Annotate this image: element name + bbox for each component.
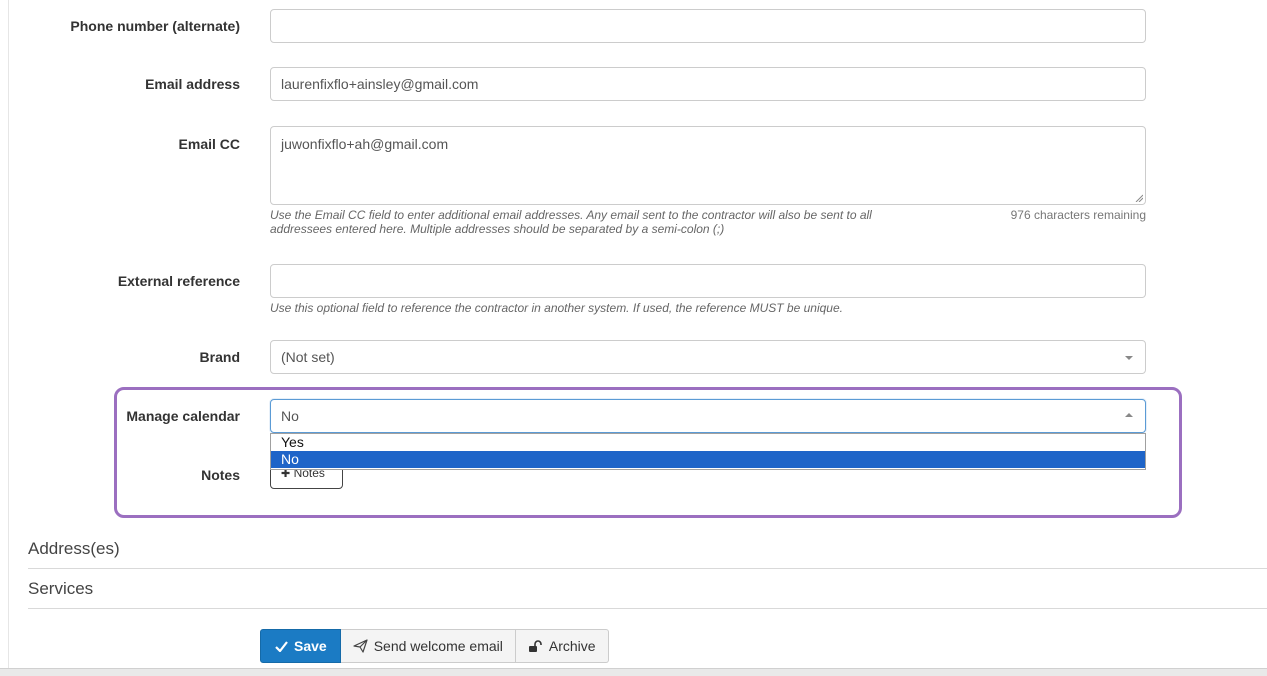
email-cc-help: Use the Email CC field to enter addition… — [270, 208, 872, 236]
check-icon — [275, 640, 288, 652]
brand-label: Brand — [199, 349, 240, 365]
manage-calendar-dropdown: Yes No — [270, 433, 1146, 470]
unlock-icon — [528, 639, 542, 652]
manage-calendar-row: Manage calendar No — [0, 399, 1267, 433]
save-button[interactable]: Save — [260, 629, 341, 663]
external-reference-label: External reference — [117, 273, 240, 289]
paper-plane-icon — [353, 639, 368, 653]
section-divider — [28, 608, 1267, 609]
email-cc-row: Email CC juwonfixflo+ah@gmail.com Use th… — [0, 126, 1267, 241]
email-cc-textarea[interactable]: juwonfixflo+ah@gmail.com — [270, 126, 1146, 205]
email-label: Email address — [145, 76, 240, 92]
brand-select[interactable]: (Not set) — [270, 340, 1146, 374]
send-welcome-email-button[interactable]: Send welcome email — [340, 629, 516, 663]
chevron-up-icon — [1125, 413, 1133, 417]
manage-calendar-selected-value: No — [281, 408, 299, 424]
section-divider — [28, 568, 1267, 569]
email-cc-help-line2: addressees entered here. Multiple addres… — [270, 222, 725, 236]
phone-alternate-row: Phone number (alternate) — [0, 9, 1267, 43]
phone-alternate-input[interactable] — [270, 9, 1146, 43]
notes-label: Notes — [201, 467, 240, 483]
resize-grip-icon[interactable] — [1135, 194, 1143, 202]
brand-selected-value: (Not set) — [281, 349, 335, 365]
dropdown-option-yes[interactable]: Yes — [271, 434, 1145, 451]
external-reference-help: Use this optional field to reference the… — [270, 301, 843, 315]
archive-button[interactable]: Archive — [515, 629, 609, 663]
services-section-title[interactable]: Services — [28, 579, 93, 599]
characters-remaining-counter: 976 characters remaining — [1010, 208, 1146, 222]
manage-calendar-label: Manage calendar — [126, 408, 240, 424]
email-cc-value: juwonfixflo+ah@gmail.com — [281, 136, 449, 152]
addresses-section-title[interactable]: Address(es) — [28, 539, 120, 559]
dropdown-option-no[interactable]: No — [271, 451, 1145, 468]
phone-alternate-label: Phone number (alternate) — [70, 18, 240, 34]
brand-row: Brand (Not set) — [0, 340, 1267, 374]
email-input[interactable]: laurenfixflo+ainsley@gmail.com — [270, 67, 1146, 101]
action-button-group: Save Send welcome email Archive — [260, 629, 609, 663]
save-button-label: Save — [294, 638, 327, 654]
external-reference-row: External reference Use this optional fie… — [0, 264, 1267, 316]
chevron-down-icon — [1125, 356, 1133, 360]
external-reference-input[interactable] — [270, 264, 1146, 298]
window-bottom-edge — [0, 668, 1267, 676]
manage-calendar-select[interactable]: No — [270, 399, 1146, 433]
email-cc-help-line1: Use the Email CC field to enter addition… — [270, 208, 872, 222]
contractor-form-page: Phone number (alternate) Email address l… — [0, 0, 1267, 676]
email-row: Email address laurenfixflo+ainsley@gmail… — [0, 67, 1267, 101]
email-cc-label: Email CC — [178, 136, 240, 152]
send-welcome-email-label: Send welcome email — [373, 638, 503, 654]
archive-button-label: Archive — [548, 638, 596, 654]
